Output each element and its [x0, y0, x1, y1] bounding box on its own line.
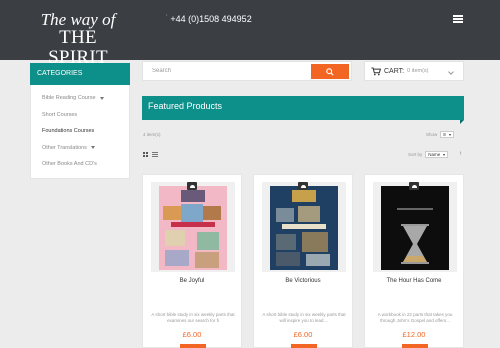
- category-item-short-courses[interactable]: Short Courses: [31, 107, 129, 124]
- cart-icon: [371, 67, 381, 75]
- product-cover-image[interactable]: [373, 182, 457, 272]
- hamburger-menu-icon[interactable]: [453, 15, 463, 23]
- search-input[interactable]: [143, 62, 303, 80]
- grid-view-icon[interactable]: [143, 152, 148, 157]
- product-price: £6.00: [293, 330, 313, 339]
- category-item-foundations-courses[interactable]: Foundations Courses: [31, 123, 129, 140]
- category-label: Other Books And CD's: [42, 161, 97, 168]
- category-label: Other Translations: [42, 144, 87, 151]
- list-view-icon[interactable]: [152, 152, 158, 157]
- product-name[interactable]: The Hour Has Come: [365, 278, 463, 284]
- product-card-be-joyful[interactable]: Be Joyful A short bible study in six wee…: [142, 174, 242, 348]
- show-control: Show 8: [426, 131, 454, 138]
- badge-icon: [409, 182, 419, 190]
- logo-line-1: The way of: [40, 10, 116, 29]
- product-card-be-victorious[interactable]: Be Victorious A short bible study in six…: [253, 174, 353, 348]
- product-card-the-hour-has-come[interactable]: The Hour Has Come A workbook in 22 parts…: [364, 174, 464, 348]
- phone-contact[interactable]: ‵ +44 (0)1508 494952: [166, 14, 252, 24]
- chevron-down-icon[interactable]: [90, 146, 95, 150]
- cart-button[interactable]: CART: 0 item(s): [364, 61, 464, 81]
- product-name[interactable]: Be Joyful: [143, 278, 241, 284]
- category-item-other-translations[interactable]: Other Translations: [31, 140, 129, 157]
- add-to-cart-button[interactable]: [180, 344, 206, 348]
- search-bar: [142, 61, 352, 81]
- add-to-cart-button[interactable]: [291, 344, 317, 348]
- phone-icon: ‵: [166, 14, 168, 21]
- show-label: Show: [426, 132, 438, 137]
- sort-control: Sort by Name: [408, 151, 449, 158]
- search-icon: [326, 67, 334, 76]
- phone-number: +44 (0)1508 494952: [170, 14, 252, 24]
- product-cover-image[interactable]: [262, 182, 346, 272]
- product-price: £6.00: [182, 330, 202, 339]
- items-count: 4 item(s): [143, 132, 161, 137]
- logo-line-2: THE SPIRIT: [48, 27, 108, 68]
- cart-label: CART:: [384, 67, 405, 75]
- chevron-down-icon: [448, 133, 451, 136]
- category-item-other-books-and-cds[interactable]: Other Books And CD's: [31, 156, 129, 173]
- badge-icon: [187, 182, 197, 190]
- chevron-down-icon: [448, 69, 454, 75]
- featured-products-heading: Featured Products: [142, 96, 464, 124]
- product-description: A short bible study in six weekly parts …: [262, 312, 346, 323]
- product-price: £12.00: [402, 330, 426, 339]
- product-name[interactable]: Be Victorious: [254, 278, 352, 284]
- sort-select-value: Name: [428, 152, 441, 157]
- product-description: A workbook in 22 parts that takes you th…: [377, 312, 453, 323]
- categories-list: Bible Reading Course Short Courses Found…: [30, 85, 130, 179]
- badge-icon: [298, 182, 308, 190]
- category-label: Short Courses: [42, 111, 78, 118]
- categories-heading: CATEGORIES: [30, 63, 130, 85]
- category-label: Bible Reading Course: [42, 95, 96, 102]
- category-label: Foundations Courses: [42, 128, 95, 135]
- chevron-down-icon: [443, 153, 446, 156]
- site-header: The way of THE SPIRIT ‵ +44 (0)1508 4949…: [0, 0, 500, 68]
- cart-count: 0 item(s): [407, 68, 429, 74]
- product-description: A short bible study in six weekly parts …: [151, 312, 235, 323]
- sort-direction-icon[interactable]: ↑: [459, 151, 462, 157]
- category-item-bible-reading-course[interactable]: Bible Reading Course: [31, 90, 129, 107]
- show-select-value: 8: [443, 132, 446, 137]
- sort-select[interactable]: Name: [425, 151, 449, 158]
- show-select[interactable]: 8: [440, 131, 454, 138]
- add-to-cart-button[interactable]: [402, 344, 428, 348]
- sort-label: Sort by: [408, 152, 423, 157]
- product-cover-image[interactable]: [151, 182, 235, 272]
- chevron-down-icon[interactable]: [99, 96, 104, 100]
- search-button[interactable]: [311, 64, 349, 79]
- site-logo[interactable]: The way of THE SPIRIT: [30, 11, 126, 68]
